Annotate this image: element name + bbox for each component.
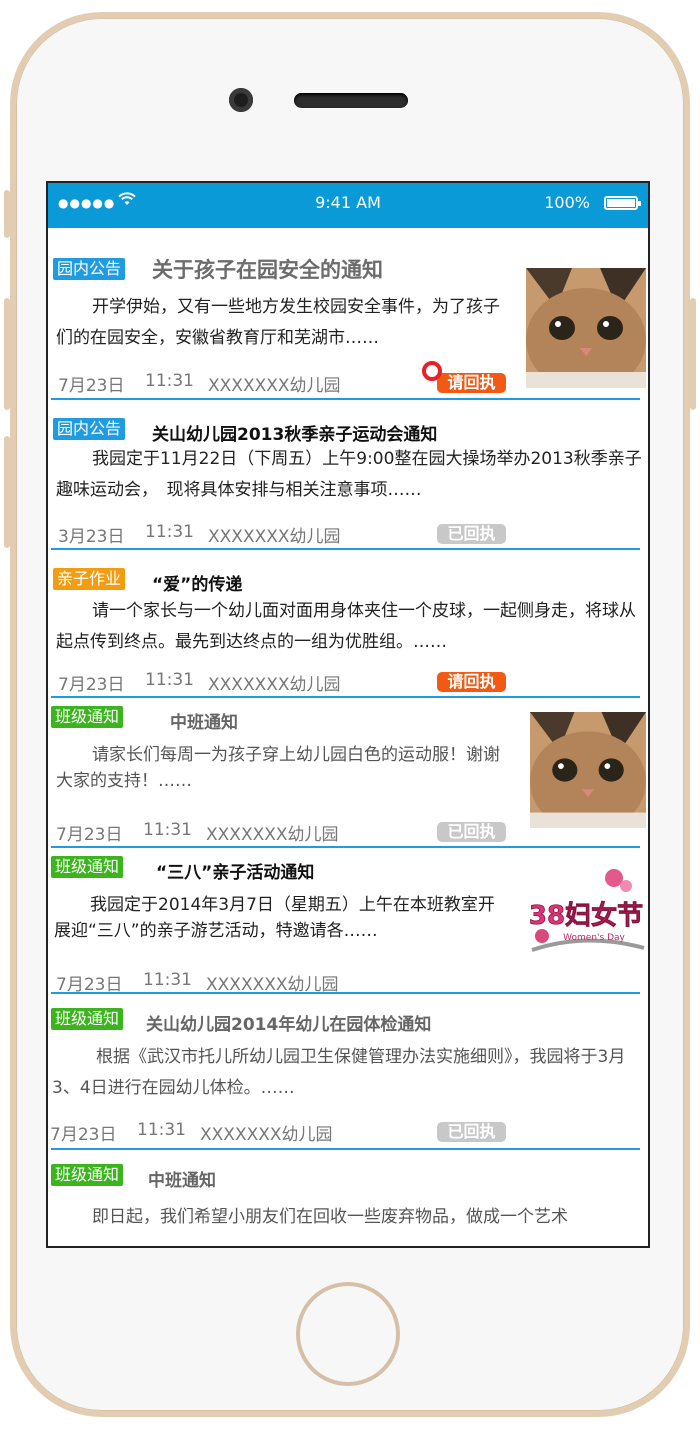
notice-time: 11:31: [143, 970, 192, 990]
notice-date: 7月23日: [50, 1125, 117, 1145]
cat-thumbnail: [530, 712, 646, 828]
category-tag: 亲子作业: [53, 568, 126, 590]
receipt-status: 已回执: [437, 822, 506, 842]
notice-title: 关于孩子在园安全的通知: [152, 258, 383, 282]
notice-body: 我园定于2014年3月7日（星期五）上午在本班教室开展迎“三八”的亲子游艺活动，…: [54, 895, 495, 941]
cat-thumbnail: [526, 268, 646, 388]
school-name: XXXXXXX幼儿园: [200, 1125, 333, 1145]
notice-date: 7月23日: [58, 675, 125, 695]
notice-item[interactable]: 班级通知 “三八”亲子活动通知 我园定于2014年3月7日（星期五）上午在本班教…: [48, 848, 648, 998]
category-tag: 园内公告: [53, 258, 126, 280]
school-name: XXXXXXX幼儿园: [208, 527, 341, 547]
notice-body: 请家长们每周一为孩子穿上幼儿园白色的运动服！谢谢大家的支持！……: [56, 745, 500, 791]
notice-item[interactable]: 园内公告 关于孩子在园安全的通知 开学伊始，又有一些地方发生校园安全事件，为了孩…: [48, 228, 648, 400]
womens-day-graphic-subtext: Women's Day: [563, 933, 625, 943]
earpiece-speaker: [294, 93, 408, 108]
notice-title: 中班通知: [170, 713, 238, 733]
notice-time: 11:31: [145, 522, 194, 542]
notice-body: 请一个家长与一个幼儿面对面用身体夹住一个皮球，一起侧身走，将球从起点传到终点。最…: [56, 601, 636, 652]
notice-body: 开学伊始，又有一些地方发生校园安全事件，为了孩子们的在园安全，安徽省教育厅和芜湖…: [56, 297, 500, 348]
notice-title: “三八”亲子活动通知: [156, 863, 315, 883]
power-button: [690, 298, 696, 410]
receipt-button[interactable]: 请回执: [437, 373, 506, 393]
notice-title: 关山幼儿园2014年幼儿在园体检通知: [146, 1015, 432, 1035]
notice-time: 11:31: [137, 1120, 186, 1140]
notice-title: 关山幼儿园2013秋季亲子运动会通知: [152, 425, 438, 445]
notice-body: 我园定于11月22日（下周五）上午9:00整在园大操场举办2013秋季亲子趣味运…: [56, 449, 642, 500]
mute-switch: [4, 190, 10, 238]
notice-item[interactable]: 班级通知 关山幼儿园2014年幼儿在园体检通知 根据《武汉市托儿所幼儿园卫生保健…: [48, 994, 648, 1150]
category-tag: 班级通知: [51, 706, 124, 728]
notice-time: 11:31: [145, 670, 194, 690]
school-name: XXXXXXX幼儿园: [208, 675, 341, 695]
notice-item[interactable]: 园内公告 关山幼儿园2013秋季亲子运动会通知 我园定于11月22日（下周五）上…: [48, 400, 648, 550]
home-button[interactable]: [296, 1282, 400, 1386]
receipt-button[interactable]: 请回执: [437, 672, 506, 692]
category-tag: 园内公告: [53, 418, 126, 440]
notice-time: 11:31: [143, 820, 192, 840]
notice-item[interactable]: 亲子作业 “爱”的传递 请一个家长与一个幼儿面对面用身体夹住一个皮球，一起侧身走…: [48, 550, 648, 698]
volume-down-button: [4, 436, 10, 548]
status-bar: ●●●●● 9:41 AM 100%: [48, 183, 648, 228]
battery-percent: 100%: [544, 193, 590, 212]
category-tag: 班级通知: [51, 1008, 124, 1030]
notice-body: 根据《武汉市托儿所幼儿园卫生保健管理办法实施细则》，我园将于3月3、4日进行在园…: [52, 1047, 626, 1098]
notice-body: 即日起，我们希望小朋友们在回收一些废弃物品，做成一个艺术: [92, 1207, 568, 1227]
notice-item[interactable]: 班级通知 中班通知 即日起，我们希望小朋友们在回收一些废弃物品，做成一个艺术: [48, 1150, 648, 1246]
battery-icon: [604, 196, 641, 210]
school-name: XXXXXXX幼儿园: [206, 825, 339, 845]
notice-time: 11:31: [145, 371, 194, 391]
school-name: XXXXXXX幼儿园: [208, 376, 341, 396]
notice-date: 7月23日: [58, 376, 125, 396]
category-tag: 班级通知: [51, 1164, 124, 1186]
category-tag: 班级通知: [51, 856, 124, 878]
notice-title: 中班通知: [148, 1171, 216, 1191]
womens-day-graphic-text: 38妇女节: [529, 900, 643, 931]
screen: ●●●●● 9:41 AM 100% 园内公告 关于孩子在园安全的通知 开学伊始…: [46, 181, 650, 1248]
volume-up-button: [4, 298, 10, 410]
notice-item[interactable]: 班级通知 中班通知 请家长们每周一为孩子穿上幼儿园白色的运动服！谢谢大家的支持！…: [48, 698, 648, 848]
womens-day-thumbnail: 38妇女节 Women's Day: [526, 862, 646, 962]
notice-date: 3月23日: [58, 527, 125, 547]
front-camera: [229, 88, 253, 112]
receipt-status: 已回执: [437, 524, 506, 544]
notice-feed: 园内公告 关于孩子在园安全的通知 开学伊始，又有一些地方发生校园安全事件，为了孩…: [48, 228, 648, 1246]
notice-title: “爱”的传递: [152, 575, 243, 595]
receipt-status: 已回执: [437, 1122, 506, 1142]
notice-date: 7月23日: [56, 825, 123, 845]
touch-indicator: [422, 361, 442, 381]
